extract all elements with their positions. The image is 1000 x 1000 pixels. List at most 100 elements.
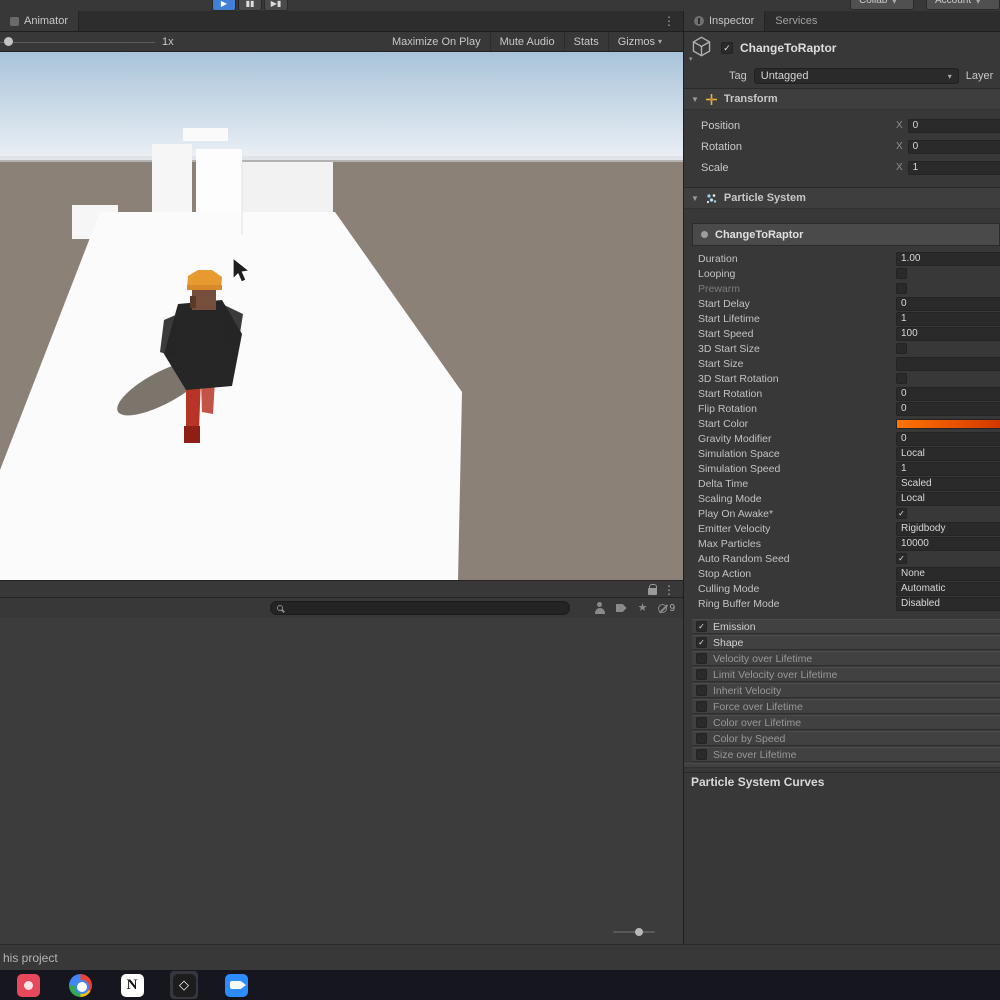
dropdown[interactable]: Scaled: [896, 477, 1000, 491]
module-header-emission[interactable]: ✓Emission: [692, 619, 1000, 634]
module-checkbox[interactable]: [696, 653, 707, 664]
check-icon: ✓: [723, 43, 731, 54]
transform-rows: PositionX0RotationX0ScaleX1: [684, 110, 1000, 187]
tab-animator[interactable]: Animator: [0, 11, 79, 31]
checkbox[interactable]: ✓: [896, 553, 907, 564]
text-input[interactable]: 0: [896, 402, 1000, 416]
module-header-inherit-velocity[interactable]: Inherit Velocity: [692, 683, 1000, 698]
module-checkbox[interactable]: [696, 749, 707, 760]
pause-button[interactable]: ▮▮: [238, 0, 262, 11]
game-viewport[interactable]: [0, 52, 683, 580]
text-input[interactable]: 0: [896, 432, 1000, 446]
module-header-shape[interactable]: ✓Shape: [692, 635, 1000, 650]
project-browser-area[interactable]: [0, 618, 683, 944]
active-checkbox[interactable]: ✓: [721, 42, 733, 54]
scale-slider-track[interactable]: [0, 42, 155, 43]
particle-main-module-header[interactable]: ChangeToRaptor: [692, 223, 1000, 246]
module-header-force-over-lifetime[interactable]: Force over Lifetime: [692, 699, 1000, 714]
ps-property-start-delay: Start Delay0: [692, 296, 1000, 311]
module-checkbox[interactable]: [696, 733, 707, 744]
property-control: 100: [896, 327, 1000, 341]
foldout-icon[interactable]: ▼: [691, 95, 699, 104]
text-input[interactable]: 0: [896, 297, 1000, 311]
tag-label: Tag: [729, 70, 747, 82]
account-button[interactable]: Account ▾: [926, 0, 1000, 10]
toolbar-item-label: Mute Audio: [500, 36, 555, 48]
dropdown[interactable]: Automatic: [896, 582, 1000, 596]
text-input[interactable]: 100: [896, 327, 1000, 341]
module-checkbox[interactable]: [696, 669, 707, 680]
chevron-down-icon: ▾: [976, 0, 980, 6]
tag-dropdown[interactable]: Untagged ▾: [754, 68, 959, 84]
checkbox[interactable]: [896, 283, 907, 294]
text-input[interactable]: 0: [896, 387, 1000, 401]
layer-label: Layer: [966, 70, 994, 82]
color-swatch[interactable]: [896, 419, 1000, 429]
favorites-icon[interactable]: ★: [638, 600, 648, 616]
taskbar-slot[interactable]: N: [118, 971, 146, 999]
taskbar-slot[interactable]: [14, 971, 42, 999]
icon-dropdown-arrow[interactable]: ▾: [689, 55, 693, 63]
ps-property-3d-start-size: 3D Start Size: [692, 341, 1000, 356]
lock-icon[interactable]: [648, 588, 657, 595]
text-input[interactable]: [896, 357, 1000, 371]
module-header-color-by-speed[interactable]: Color by Speed: [692, 731, 1000, 746]
label-filter-icon[interactable]: [616, 604, 627, 612]
module-checkbox[interactable]: [696, 685, 707, 696]
number-input[interactable]: 0: [908, 119, 1000, 133]
checkbox[interactable]: [896, 268, 907, 279]
game-toolbar-mute-audio[interactable]: Mute Audio: [490, 32, 564, 51]
foldout-icon[interactable]: ▼: [691, 194, 699, 203]
panel-menu-icon[interactable]: ⋮: [663, 583, 675, 597]
hidden-count: 9: [669, 603, 675, 614]
scale-slider-handle[interactable]: [4, 37, 13, 46]
checkbox[interactable]: [896, 343, 907, 354]
game-toolbar-gizmos[interactable]: Gizmos▾: [608, 32, 671, 51]
module-checkbox[interactable]: ✓: [696, 621, 707, 632]
number-input[interactable]: 0: [908, 140, 1000, 154]
taskbar-slot-active[interactable]: ◇: [170, 971, 198, 999]
ps-property-start-lifetime: Start Lifetime1: [692, 311, 1000, 326]
search-input[interactable]: [270, 601, 570, 615]
taskbar-slot[interactable]: [222, 971, 250, 999]
module-checkbox[interactable]: ✓: [696, 637, 707, 648]
user-filter-icon[interactable]: [595, 602, 605, 614]
game-toolbar-stats[interactable]: Stats: [564, 32, 608, 51]
ps-property-delta-time: Delta TimeScaled: [692, 476, 1000, 491]
tab-services[interactable]: Services: [765, 11, 827, 31]
game-toolbar-maximize-on-play[interactable]: Maximize On Play: [383, 32, 490, 51]
dropdown[interactable]: Local: [896, 492, 1000, 506]
dropdown[interactable]: Disabled: [896, 597, 1000, 611]
transform-component-header[interactable]: ▼ Transform: [684, 88, 1000, 110]
text-input[interactable]: 1: [896, 462, 1000, 476]
text-input[interactable]: 1: [896, 312, 1000, 326]
module-checkbox[interactable]: [696, 701, 707, 712]
checkbox[interactable]: [896, 373, 907, 384]
icon-size-slider-track[interactable]: [613, 931, 655, 933]
ps-property-simulation-space: Simulation SpaceLocal: [692, 446, 1000, 461]
collab-button[interactable]: Collab ▾: [850, 0, 914, 10]
panel-menu-icon[interactable]: ⋮: [663, 14, 675, 28]
hidden-items-toggle[interactable]: 9: [658, 603, 675, 614]
particle-system-component-header[interactable]: ▼ Particle System: [684, 187, 1000, 209]
tab-inspector[interactable]: Inspector: [684, 11, 765, 31]
text-input[interactable]: 1.00: [896, 252, 1000, 266]
module-header-velocity-over-lifetime[interactable]: Velocity over Lifetime: [692, 651, 1000, 666]
module-header-color-over-lifetime[interactable]: Color over Lifetime: [692, 715, 1000, 730]
module-header-limit-velocity-over-lifetime[interactable]: Limit Velocity over Lifetime: [692, 667, 1000, 682]
number-input[interactable]: 1: [908, 161, 1000, 175]
module-checkbox[interactable]: [696, 717, 707, 728]
step-button[interactable]: ▶▮: [264, 0, 288, 11]
property-control: None: [896, 567, 1000, 581]
dropdown[interactable]: Local: [896, 447, 1000, 461]
hidden-eye-icon: [658, 604, 667, 613]
property-label: Simulation Speed: [698, 463, 780, 475]
icon-size-slider-handle[interactable]: [635, 928, 643, 936]
taskbar-slot[interactable]: [66, 971, 94, 999]
text-input[interactable]: 10000: [896, 537, 1000, 551]
checkbox[interactable]: ✓: [896, 508, 907, 519]
module-header-size-over-lifetime[interactable]: Size over Lifetime: [692, 747, 1000, 762]
dropdown[interactable]: Rigidbody: [896, 522, 1000, 536]
dropdown[interactable]: None: [896, 567, 1000, 581]
play-button[interactable]: ▶: [212, 0, 236, 11]
